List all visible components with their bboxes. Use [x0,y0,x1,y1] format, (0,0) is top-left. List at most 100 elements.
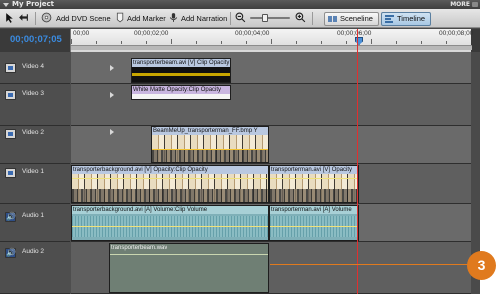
add-marker-button[interactable]: Add Marker [127,12,166,25]
track-lane[interactable]: BeamMeUp_transporterman_FF.bmp Y [71,126,471,164]
track-name: Audio 1 [22,212,45,219]
track-marker-icon [110,92,114,98]
track-name: Audio 2 [22,248,45,255]
toolbar-divider [230,12,231,25]
clip-label: transporterbackground.avi [A] Volume:Cli… [72,206,268,214]
track-lane[interactable]: transporterbackground.avi [V] Opacity:Cl… [71,164,471,204]
track-name: Video 2 [22,129,44,136]
sceneline-button[interactable]: Sceneline [324,12,379,26]
zoom-in-icon[interactable] [295,12,306,23]
clip-transporterman-video[interactable]: transporterman.avi [V] Opacity [269,165,359,203]
ruler-label: 00;00;02;00 [134,30,169,37]
callout-leader-line [270,264,471,265]
track-header: Video 4 [0,52,70,84]
volume-rubber-band[interactable] [270,226,358,227]
timeline-icon [385,15,394,23]
ruler-tick [296,41,297,44]
opacity-rubber-band[interactable] [152,149,268,150]
clip-beammeup-image[interactable]: BeamMeUp_transporterman_FF.bmp Y [151,126,269,163]
ruler-label: 00;00;04;00 [235,30,270,37]
clip-label: transporterman.avi [A] Volume [270,206,358,214]
ruler-tick [271,39,272,44]
speaker-icon[interactable] [5,248,16,258]
clip-transporterbeam-audio[interactable]: transporterbeam.wav [109,243,269,293]
ruler-tick [71,39,72,44]
ruler-tick [246,41,247,44]
playhead-line[interactable] [357,29,358,294]
ruler-tick [396,41,397,44]
ruler-tick [421,41,422,44]
ruler-tick [321,41,322,44]
track-header: Audio 1 [0,204,70,242]
track-lane[interactable]: transporterbeam.wav [71,242,471,294]
track-header: Video 2 [0,126,70,164]
video-track-icon[interactable] [5,90,16,100]
current-timecode[interactable]: 00;00;07;05 [10,34,62,45]
track-name: Video 3 [22,90,44,97]
ruler-tick [96,41,97,44]
time-stretch-tool-icon[interactable] [18,12,29,23]
track-audio-1: Audio 1 transporterbackground.avi [A] Vo… [0,204,471,242]
clip-label: transporterbeam.wav [111,245,168,251]
opacity-rubber-band[interactable] [72,178,268,179]
clip-thumbnails [132,67,230,82]
clip-label: White Matte Opacity:Clip Opacity [132,86,230,94]
clip-label: BeamMeUp_transporterman_FF.bmp Y [152,127,268,135]
add-dvd-scene-button[interactable]: Add DVD Scene [56,12,111,25]
track-video-2: Video 2 BeamMeUp_transporterman_FF.bmp Y [0,126,471,164]
track-video-4: Video 4 transporterbeam.avi [V] Clip Opa… [0,52,471,84]
panel-title: My Project [12,0,54,8]
clip-transporterbackground-video[interactable]: transporterbackground.avi [V] Opacity:Cl… [71,165,269,203]
track-video-1: Video 1 transporterbackground.avi [V] Op… [0,164,471,204]
track-marker-icon [110,129,114,135]
track-lane[interactable]: transporterbeam.avi [V] Clip Opacity [71,52,471,84]
clip-label: transporterman.avi [V] Opacity [270,166,358,174]
work-area-bar[interactable] [71,45,472,50]
time-ruler[interactable]: 00;00 00;00;02;00 00;00;04;00 00;00;06;0… [70,29,474,52]
zoom-slider-thumb[interactable] [262,14,268,22]
track-marker-icon [110,65,114,71]
zoom-slider[interactable] [250,14,290,22]
track-lane[interactable]: transporterbackground.avi [A] Volume:Cli… [71,204,471,242]
ruler-label: 00;00;08;00 [439,30,474,37]
video-track-icon[interactable] [5,129,16,139]
timeline-toolbar: Add DVD Scene Add Marker Add Narration S… [0,9,480,28]
time-ruler-row: 00;00;07;05 00;00 00;00;02;00 00;00;04;0… [0,29,480,52]
speaker-icon[interactable] [5,212,16,222]
sceneline-label: Sceneline [340,14,373,23]
track-audio-2: Audio 2 transporterbeam.wav [0,242,471,294]
video-track-icon[interactable] [5,168,16,178]
zoom-out-icon[interactable] [235,12,246,23]
dvd-scene-icon[interactable] [41,12,52,23]
toolbar-divider [312,12,313,25]
clip-transporterman-audio[interactable]: transporterman.avi [A] Volume [269,205,359,241]
track-video-3: Video 3 White Matte Opacity:Clip Opacity [0,84,471,126]
opacity-rubber-band[interactable] [270,178,358,179]
clip-transporterbeam-video[interactable]: transporterbeam.avi [V] Clip Opacity [131,58,231,83]
volume-rubber-band[interactable] [72,226,268,227]
ruler-label: 00;00 [73,30,90,37]
clip-label: transporterbeam.avi [V] Clip Opacity [132,59,230,67]
collapse-triangle-icon[interactable] [3,3,9,7]
more-menu-icon[interactable] [472,2,478,7]
marker-icon[interactable] [114,12,125,23]
track-name: Video 4 [22,63,44,70]
clip-white-matte[interactable]: White Matte Opacity:Clip Opacity [131,85,231,100]
more-menu-button[interactable]: MORE [450,0,470,9]
ruler-tick [446,41,447,44]
ruler-tick [371,39,372,44]
ruler-tick [171,39,172,44]
clip-transporterbackground-audio[interactable]: transporterbackground.avi [A] Volume:Cli… [71,205,269,241]
callout-step-badge: 3 [467,251,496,280]
add-narration-button[interactable]: Add Narration [181,12,227,25]
panel-title-bar: My Project MORE [0,0,480,9]
track-name: Video 1 [22,168,44,175]
selection-tool-icon[interactable] [4,12,15,23]
ruler-tick [196,41,197,44]
volume-rubber-band[interactable] [110,254,268,255]
track-lane[interactable]: White Matte Opacity:Clip Opacity [71,84,471,126]
ruler-tick [121,41,122,44]
microphone-icon[interactable] [168,12,179,23]
timeline-button[interactable]: Timeline [381,12,431,26]
video-track-icon[interactable] [5,63,16,73]
